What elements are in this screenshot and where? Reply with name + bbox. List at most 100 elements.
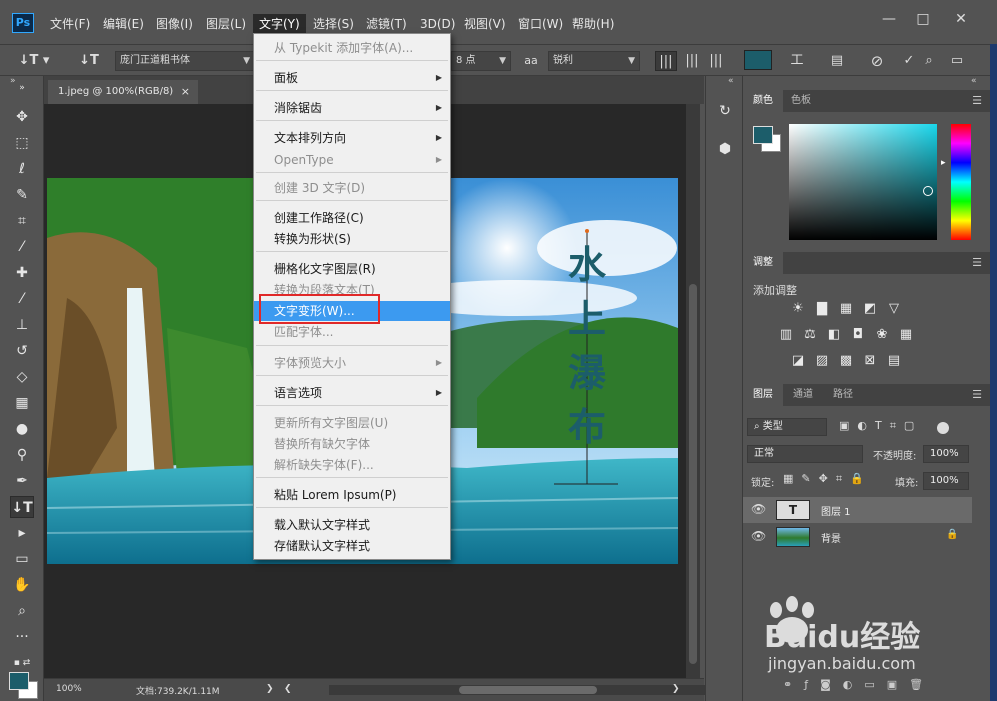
gradient-tool-icon[interactable]: ▦ (10, 392, 34, 414)
foreground-color-swatch[interactable] (753, 126, 773, 144)
layer-name[interactable]: 背景 (821, 530, 841, 545)
tab-channels[interactable]: 通道 (783, 384, 823, 406)
more-tools-icon[interactable]: ··· (10, 626, 34, 648)
scrollbar-thumb[interactable] (689, 284, 697, 664)
move-tool-icon[interactable]: ✥ (10, 106, 34, 128)
layer-row-background[interactable]: 👁 背景 🔒 (743, 524, 972, 550)
lasso-tool-icon[interactable]: ℓ (10, 158, 34, 180)
menu-3d[interactable]: 3D(D) (414, 14, 461, 34)
layer-name[interactable]: 图层 1 (821, 503, 851, 518)
menu-item[interactable]: 粘贴 Lorem Ipsum(P) (254, 485, 450, 505)
menu-item[interactable]: 匹配字体... (254, 322, 450, 342)
menu-item[interactable]: 创建工作路径(C) (254, 208, 450, 228)
menu-item[interactable]: 更新所有文字图层(U) (254, 413, 450, 433)
character-panel-icon[interactable]: ▤ (826, 51, 848, 71)
menu-item[interactable]: 替换所有缺欠字体 (254, 434, 450, 454)
zoom-level[interactable]: 100% (56, 684, 82, 694)
eyedropper-tool-icon[interactable]: ⁄ (10, 236, 34, 258)
blur-tool-icon[interactable]: ● (10, 418, 34, 440)
scrollbar-thumb[interactable] (459, 686, 597, 694)
color-picker-handle[interactable] (923, 186, 933, 196)
chevron-right-icon[interactable]: ❯ (266, 684, 274, 694)
horizontal-scrollbar[interactable] (329, 685, 724, 695)
exposure-icon[interactable]: ◩ (861, 300, 879, 318)
history-panel-icon[interactable]: ↻ (713, 100, 737, 122)
layer-filter-icons[interactable]: ▣◐T⌗▢ (839, 419, 922, 433)
menu-filter[interactable]: 滤镜(T) (360, 14, 413, 34)
marquee-tool-icon[interactable]: ⬚ (10, 132, 34, 154)
hue-saturation-icon[interactable]: ▥ (777, 326, 795, 344)
lock-options-icons[interactable]: ▦✎✥⌗🔒 (783, 472, 872, 486)
history-brush-tool-icon[interactable]: ↺ (10, 340, 34, 362)
layer-row-text[interactable]: 👁 T 图层 1 (743, 497, 972, 523)
close-window-button[interactable]: ✕ (944, 8, 978, 30)
selective-color-icon[interactable]: ⊠ (861, 352, 879, 370)
channel-mixer-icon[interactable]: ❀ (873, 326, 891, 344)
menu-item[interactable]: 载入默认文字样式 (254, 515, 450, 535)
warp-text-icon[interactable]: 工 (786, 51, 808, 71)
opacity-field[interactable]: 100% (923, 445, 969, 463)
tab-color[interactable]: 颜色 (743, 90, 783, 112)
crop-tool-icon[interactable]: ⌗ (10, 210, 34, 232)
vertical-text-layer[interactable]: 水 上 瀑 布 (565, 238, 609, 454)
close-tab-icon[interactable]: × (181, 80, 190, 104)
menu-item[interactable]: 语言选项 ▶ (254, 383, 450, 403)
menu-layer[interactable]: 图层(L) (200, 14, 252, 34)
fill-field[interactable]: 100% (923, 472, 969, 490)
brush-tool-icon[interactable]: ⁄ (10, 288, 34, 310)
commit-check-icon[interactable]: ✓ (898, 51, 920, 71)
font-family-select[interactable]: 庞门正道粗书体 ▼ (115, 51, 255, 71)
type-tool-icon[interactable]: ↓T (10, 496, 34, 518)
threshold-icon[interactable]: ▩ (837, 352, 855, 370)
document-tab[interactable]: 1.jpeg @ 100%(RGB/8) × (48, 80, 198, 104)
menu-item[interactable]: 解析缺失字体(F)... (254, 455, 450, 475)
menu-item[interactable]: 文字变形(W)... (254, 301, 450, 321)
layers-footer-icons[interactable]: ⚭ƒ◙◐▭▣🗑 (783, 678, 935, 691)
collapse-arrows-icon[interactable]: « (728, 76, 734, 86)
levels-icon[interactable]: ▇ (813, 300, 831, 318)
panel-menu-icon[interactable]: ☰ (972, 256, 982, 269)
menu-item[interactable]: 字体预览大小 ▶ (254, 353, 450, 373)
blend-mode-select[interactable]: 正常 (747, 445, 863, 463)
black-white-icon[interactable]: ◧ (825, 326, 843, 344)
filter-toggle[interactable] (937, 422, 949, 434)
workspace-icon[interactable]: ▭ (946, 51, 968, 71)
posterize-icon[interactable]: ▨ (813, 352, 831, 370)
tab-layers[interactable]: 图层 (743, 384, 783, 406)
menu-item[interactable]: 转换为形状(S) (254, 229, 450, 249)
search-icon[interactable]: ⌕ (918, 51, 940, 71)
menu-item[interactable]: OpenType ▶ (254, 150, 450, 170)
panel-menu-icon[interactable]: ☰ (972, 388, 982, 401)
toggle-orientation-icon[interactable]: ↓T (78, 51, 100, 71)
color-lookup-icon[interactable]: ▦ (897, 326, 915, 344)
photo-filter-icon[interactable]: ◘ (849, 326, 867, 344)
hand-tool-icon[interactable]: ✋ (10, 574, 34, 596)
collapse-arrows-icon[interactable]: « (971, 76, 977, 86)
foreground-color-swatch[interactable] (9, 672, 29, 690)
brightness-icon[interactable]: ☀ (789, 300, 807, 318)
align-left-icon[interactable]: ||| (655, 51, 677, 71)
color-field[interactable] (789, 124, 937, 240)
minimize-button[interactable]: — (872, 8, 906, 30)
visibility-eye-icon[interactable]: 👁 (751, 502, 766, 516)
menu-item[interactable]: 栅格化文字图层(R) (254, 259, 450, 279)
align-right-icon[interactable]: ||| (705, 51, 727, 71)
rectangle-tool-icon[interactable]: ▭ (10, 548, 34, 570)
3d-panel-icon[interactable]: ⬢ (713, 138, 737, 160)
menu-item[interactable]: 存储默认文字样式 (254, 536, 450, 556)
healing-brush-tool-icon[interactable]: ✚ (10, 262, 34, 284)
gradient-map-icon[interactable]: ▤ (885, 352, 903, 370)
stamp-tool-icon[interactable]: ⊥ (10, 314, 34, 336)
invert-icon[interactable]: ◪ (789, 352, 807, 370)
menu-item[interactable]: 消除锯齿 ▶ (254, 98, 450, 118)
layer-filter-select[interactable]: ⌕ 类型 (747, 418, 827, 436)
panel-menu-icon[interactable]: ☰ (972, 94, 982, 107)
eraser-tool-icon[interactable]: ◇ (10, 366, 34, 388)
tab-swatches[interactable]: 色板 (781, 90, 821, 112)
font-size-select[interactable]: 8 点 ▼ (451, 51, 511, 71)
tab-adjustments[interactable]: 调整 (743, 252, 783, 274)
menu-item[interactable]: 转换为段落文本(T) (254, 280, 450, 300)
color-balance-icon[interactable]: ⚖ (801, 326, 819, 344)
cancel-icon[interactable]: ⊘ (866, 51, 888, 71)
curves-icon[interactable]: ▦ (837, 300, 855, 318)
